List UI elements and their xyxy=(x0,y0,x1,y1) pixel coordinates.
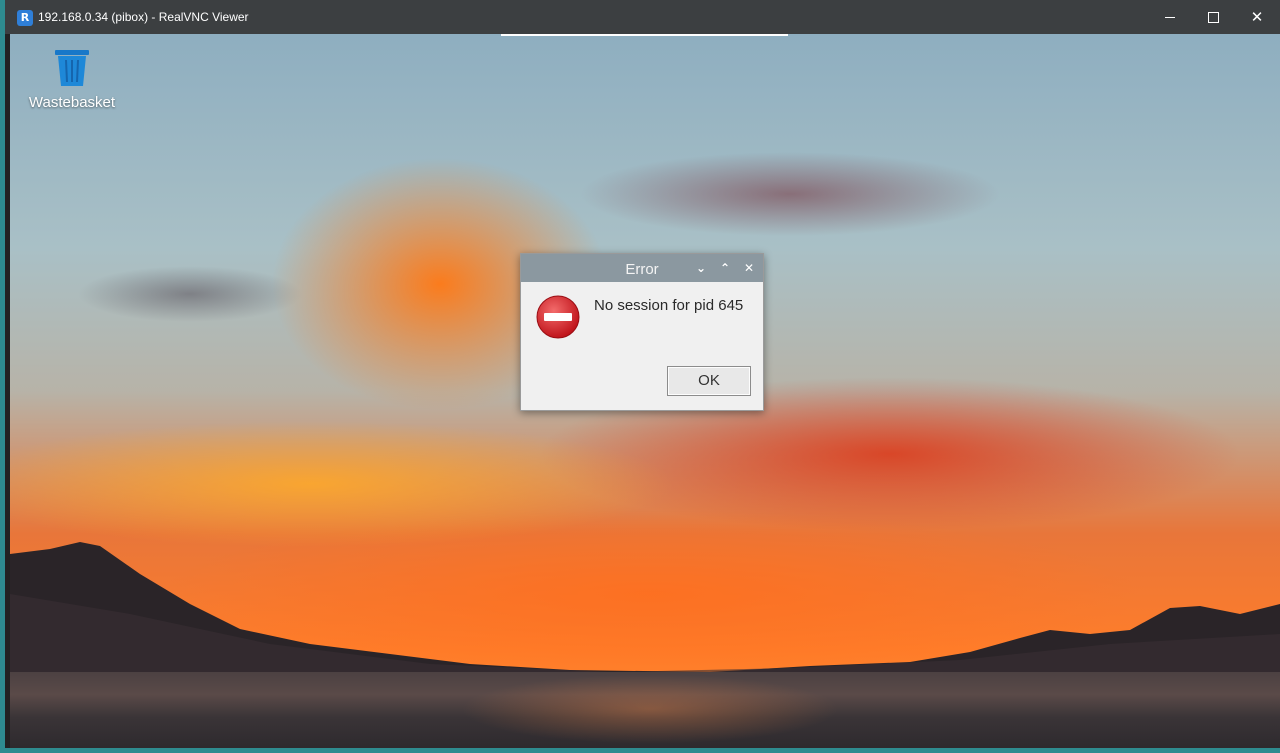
minimize-icon xyxy=(1165,17,1175,18)
host-titlebar[interactable]: R 192.168.0.34 (pibox) - RealVNC Viewer … xyxy=(5,0,1280,34)
close-window-button[interactable]: ✕ xyxy=(1234,0,1280,34)
vnc-viewer-window: R 192.168.0.34 (pibox) - RealVNC Viewer … xyxy=(0,0,1280,753)
dialog-minimize-button[interactable]: ⌄ xyxy=(691,258,711,278)
remote-desktop[interactable]: Wastebasket Error ⌄ ⌃ ✕ No session for p… xyxy=(10,34,1280,748)
minimize-button[interactable] xyxy=(1147,0,1193,34)
maximize-icon xyxy=(1207,12,1219,23)
dialog-titlebar[interactable]: Error ⌄ ⌃ ✕ xyxy=(521,254,763,282)
error-stop-icon xyxy=(536,295,580,339)
chevron-up-icon: ⌃ xyxy=(719,261,731,275)
mountain-silhouette xyxy=(10,542,1280,674)
error-dialog: Error ⌄ ⌃ ✕ No session for pid 645 OK xyxy=(520,253,764,411)
dialog-message: No session for pid 645 xyxy=(594,297,744,314)
dialog-maximize-button[interactable]: ⌃ xyxy=(715,258,735,278)
maximize-button[interactable] xyxy=(1190,0,1236,34)
desktop-icon-label: Wastebasket xyxy=(28,94,116,111)
dialog-close-button[interactable]: ✕ xyxy=(739,258,759,278)
vnc-toolbar-handle[interactable] xyxy=(501,34,788,36)
lake-reflection xyxy=(460,674,840,744)
realvnc-app-icon[interactable]: R xyxy=(17,10,33,26)
close-icon: ✕ xyxy=(1250,8,1264,26)
host-window-title: 192.168.0.34 (pibox) - RealVNC Viewer xyxy=(38,10,249,24)
chevron-down-icon: ⌄ xyxy=(695,261,707,275)
close-icon: ✕ xyxy=(743,261,755,275)
ok-button[interactable]: OK xyxy=(667,366,751,396)
desktop-icon-wastebasket[interactable]: Wastebasket xyxy=(20,46,120,116)
wastebasket-icon xyxy=(55,50,89,86)
